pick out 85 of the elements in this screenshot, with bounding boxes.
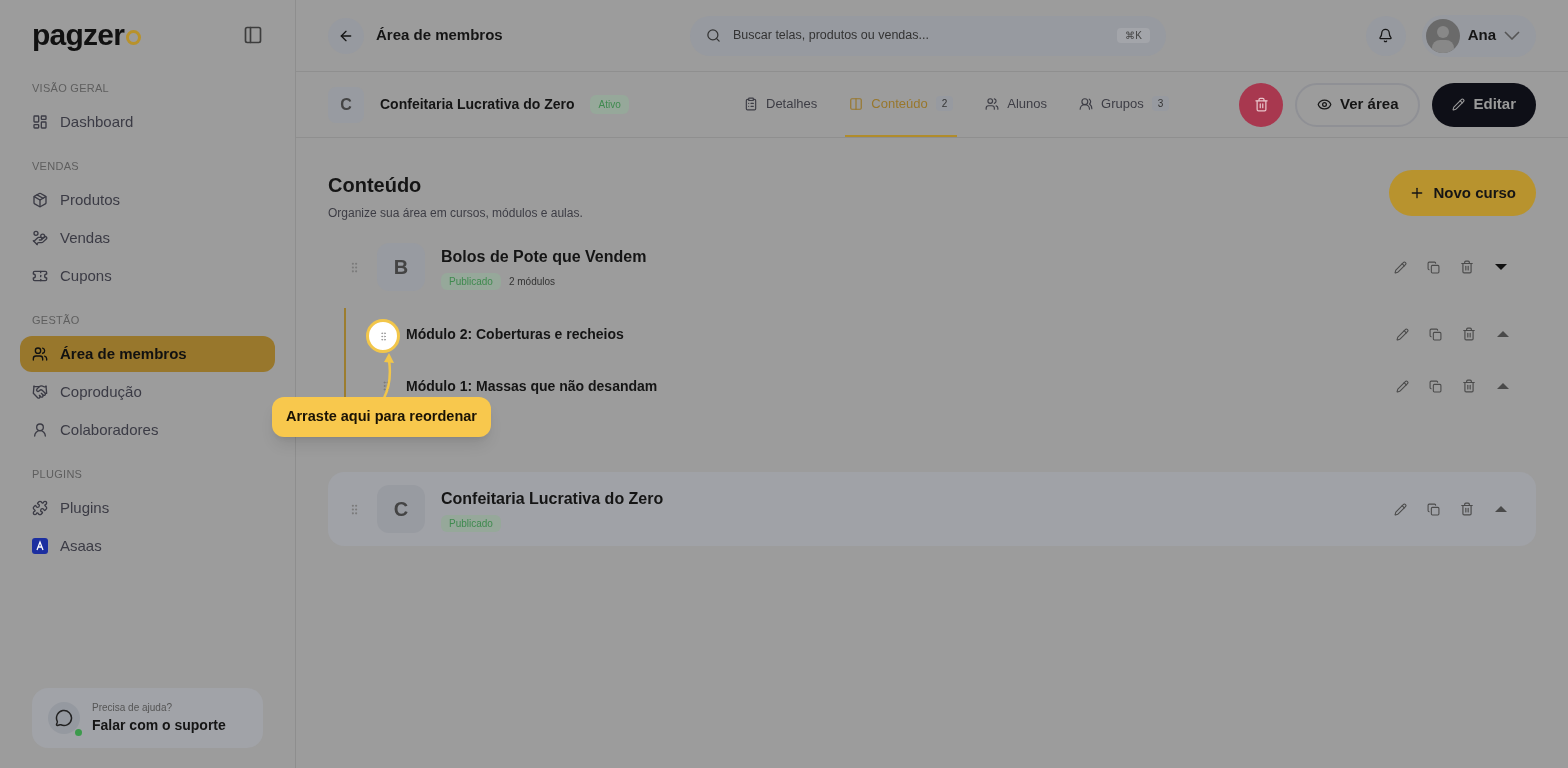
caret-up-icon[interactable] [1494,505,1508,513]
nav-item[interactable]: Vendas [20,220,275,256]
duplicate-icon[interactable] [1427,502,1440,516]
section-title: PLUGINS [31,466,84,482]
plugin-logo-icon [32,538,48,554]
nav-item[interactable]: Plugins [20,490,275,526]
nav-item[interactable]: Produtos [20,182,275,218]
tab[interactable]: Detalhes [740,72,822,137]
nav-icon [32,384,48,400]
course-avatar: B [377,243,425,291]
caret-up-icon[interactable] [1496,382,1510,390]
support-link[interactable]: Falar com o suporte [92,715,226,736]
status-badge: Publicado [441,272,501,290]
pencil-icon [1452,98,1466,111]
nav-item[interactable]: Cupons [20,258,275,294]
delete-icon[interactable] [1462,327,1476,341]
view-area-button[interactable]: Ver área [1295,82,1421,127]
bell-icon [1378,28,1394,43]
nav-item[interactable]: Coprodução [20,374,275,410]
section-title: VENDAS [31,158,80,174]
course-avatar: C [377,485,425,533]
nav-icon [32,114,48,130]
search-field[interactable]: Buscar telas, produtos ou vendas... ⌘K [690,15,1166,56]
tab-icon [744,96,758,111]
modules-count: 2 módulos [508,274,556,289]
edit-button[interactable]: Editar [1432,82,1536,127]
sidebar-toggle-icon[interactable] [243,25,263,45]
nav-icon [32,192,48,208]
drag-handle-spotlight[interactable] [366,319,400,353]
section-title: GESTÃO [31,312,81,328]
status-badge: Ativo [590,95,629,114]
duplicate-icon[interactable] [1429,379,1442,393]
user-menu[interactable]: Ana [1421,14,1536,57]
nav-item[interactable]: Área de membros [20,336,275,372]
edit-icon[interactable] [1396,379,1409,393]
help-card[interactable]: Precisa de ajuda? Falar com o suporte [32,688,263,748]
chat-icon [55,709,73,727]
duplicate-icon[interactable] [1429,327,1442,341]
tab[interactable]: Conteúdo 2 [845,72,958,137]
nav-icon [32,500,48,516]
chevron-down-icon [1504,31,1520,40]
delete-icon[interactable] [1462,379,1476,393]
trash-icon [1253,97,1269,112]
module-title: Módulo 1: Massas que não desandam [406,376,658,396]
help-caption: Precisa de ajuda? [92,701,174,715]
duplicate-icon[interactable] [1427,260,1440,274]
nav-item[interactable]: Asaas [20,528,275,564]
caret-down-icon[interactable] [1494,263,1508,271]
page-title: Área de membros [376,25,503,46]
area-avatar: C [328,86,364,123]
tab-icon [1079,96,1093,111]
nav-item[interactable]: Colaboradores [20,412,275,448]
content-subtitle: Organize sua área em cursos, módulos e aulas. [328,205,583,222]
search-icon [706,28,721,43]
nav-icon [32,268,48,284]
course-title: Bolos de Pote que Vendem [441,246,647,267]
content-title: Conteúdo [328,173,423,198]
tab[interactable]: Alunos [981,72,1051,137]
tab[interactable]: Grupos 3 [1075,72,1174,137]
nav-icon [32,230,48,246]
logo: pagzer [32,20,142,50]
caret-up-icon[interactable] [1496,330,1510,338]
delete-icon[interactable] [1460,260,1474,274]
eye-icon [1317,97,1333,112]
edit-icon[interactable] [1394,260,1407,274]
shortcut-key: ⌘K [1117,28,1150,43]
new-course-button[interactable]: Novo curso [1389,170,1536,216]
pointer-arrow [380,352,396,398]
search-input[interactable]: Buscar telas, produtos ou vendas... [733,26,1106,45]
edit-icon[interactable] [1396,327,1409,341]
section-title: VISÃO GERAL [31,80,110,96]
course-title: Confeitaria Lucrativa do Zero [441,488,664,509]
delete-icon[interactable] [1460,502,1474,516]
nav-icon [32,346,48,362]
tooltip: Arraste aqui para reordenar [272,397,491,437]
edit-icon[interactable] [1394,502,1407,516]
avatar [1425,18,1460,53]
module-title: Módulo 2: Coberturas e recheios [406,324,624,344]
nav-item[interactable]: Dashboard [20,104,275,140]
nav-icon [32,422,48,438]
area-name: Confeitaria Lucrativa do Zero [380,95,575,114]
tab-icon [849,96,864,111]
tab-icon [985,96,1000,111]
back-button[interactable] [328,17,364,54]
status-badge: Publicado [441,514,501,532]
